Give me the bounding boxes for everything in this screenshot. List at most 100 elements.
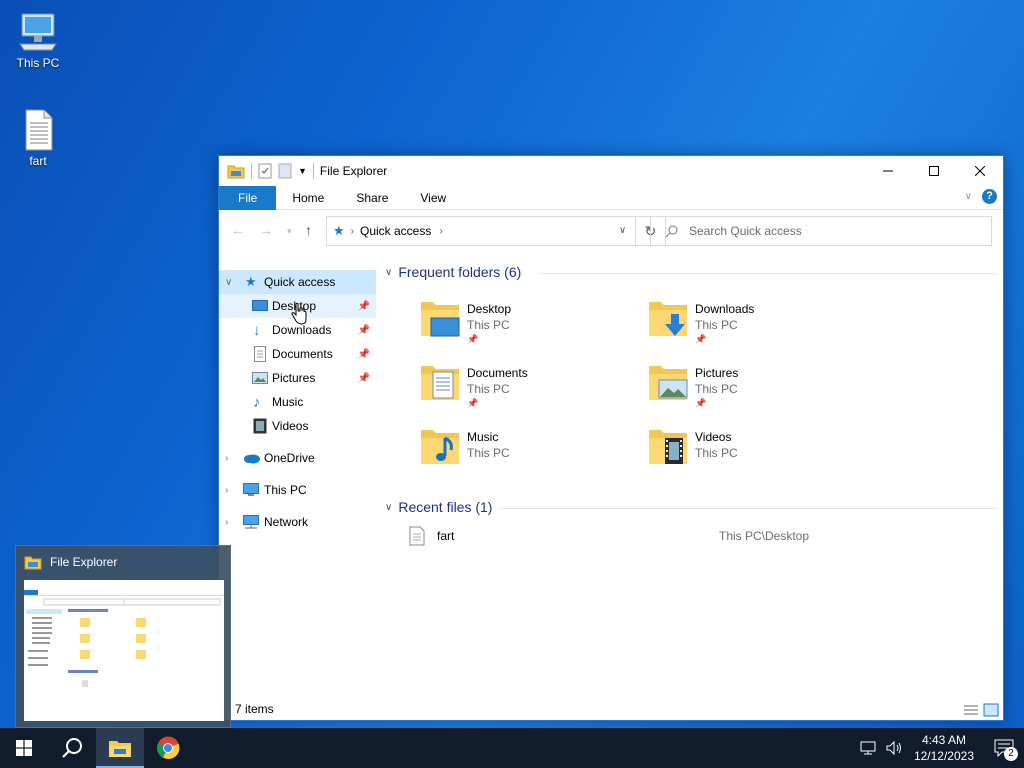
content-pane: ∨ Frequent folders (6) Desktop This PC 📌… [379,256,997,698]
chevron-right-icon[interactable]: › [439,226,442,237]
folder-tile-videos[interactable]: Videos This PC [647,424,867,480]
chevron-down-icon[interactable]: ∨ [385,267,392,278]
sidebar-item-quick-access[interactable]: ∨ ★ Quick access [219,270,376,294]
tab-view[interactable]: View [404,186,462,210]
quick-access-toolbar: ▼ [219,163,314,179]
pictures-folder-icon [649,366,688,400]
new-folder-icon[interactable] [278,163,292,179]
start-button[interactable] [0,728,48,768]
tab-share[interactable]: Share [340,186,404,210]
recent-file-row[interactable]: fart This PC\Desktop [409,524,969,548]
chevron-right-icon[interactable]: › [225,517,228,528]
ribbon-right-controls: ∨ ? [965,189,997,204]
folder-tile-music[interactable]: Music This PC [419,424,639,480]
volume-icon[interactable] [886,740,904,756]
large-icons-view-icon[interactable] [983,703,999,717]
sidebar-item-onedrive[interactable]: › OneDrive [219,446,376,470]
chevron-right-icon[interactable]: › [351,226,354,237]
back-arrow-icon[interactable]: ← [231,222,245,238]
pin-icon[interactable]: 📌 [358,325,370,336]
tab-home[interactable]: Home [276,186,340,210]
chevron-right-icon[interactable]: › [225,453,228,464]
action-center-button[interactable]: 2 [984,728,1024,768]
desktop-icon-label: This PC [16,56,60,70]
folder-tile-downloads[interactable]: Downloads This PC 📌 [647,296,867,352]
search-input[interactable]: Search Quick access [650,216,992,246]
frequent-folders-header[interactable]: ∨ Frequent folders (6) [385,264,521,280]
up-arrow-icon[interactable]: ↑ [305,222,312,238]
pin-icon: 📌 [695,398,707,408]
music-folder-icon [421,430,459,464]
minimize-button[interactable] [865,156,911,186]
folder-tile-desktop[interactable]: Desktop This PC 📌 [419,296,639,352]
taskbar-chrome[interactable] [144,728,192,768]
pin-icon[interactable]: 📌 [358,349,370,360]
folder-icon [227,165,245,179]
chevron-down-icon[interactable]: ∨ [385,502,392,513]
details-view-icon[interactable] [963,703,979,717]
sidebar-item-documents[interactable]: Documents 📌 [219,342,376,366]
folder-location: This PC [467,382,510,396]
sidebar-item-music[interactable]: ♪ Music [219,390,376,414]
sidebar-item-videos[interactable]: Videos [219,414,376,438]
documents-folder-icon [421,366,459,400]
desktop-folder-icon [421,302,460,337]
pin-icon[interactable]: 📌 [358,373,370,384]
folder-tile-pictures[interactable]: Pictures This PC 📌 [647,360,867,416]
help-button[interactable]: ? [982,189,997,204]
hand-cursor-icon [291,302,307,325]
pin-icon: 📌 [467,334,479,344]
expand-ribbon-icon[interactable]: ∨ [965,191,972,202]
divider [499,508,997,509]
pin-icon: 📌 [467,398,479,408]
system-tray: 4:43 AM 12/12/2023 2 [860,728,1024,768]
taskbar-file-explorer[interactable] [96,728,144,768]
folder-name: Pictures [695,366,739,380]
recent-locations-icon[interactable]: ▾ [287,226,292,237]
windows-logo-icon [16,740,32,756]
computer-icon [243,483,259,496]
recent-files-header[interactable]: ∨ Recent files (1) [385,499,492,515]
close-button[interactable] [957,156,1003,186]
clock[interactable]: 4:43 AM 12/12/2023 [914,732,974,764]
preview-title: File Explorer [24,554,117,570]
desktop-icon-this-pc[interactable]: This PC [8,10,68,70]
folder-name: Documents [467,366,528,380]
chevron-down-icon[interactable]: ∨ [225,277,232,288]
tab-file[interactable]: File [219,185,277,210]
search-button[interactable] [48,728,96,768]
folder-tile-documents[interactable]: Documents This PC 📌 [419,360,639,416]
chevron-down-icon[interactable]: ∨ [609,217,635,245]
sidebar-item-label: Music [272,395,304,409]
navigation-pane: ∨ ★ Quick access Desktop 📌 ↓ Downloads 📌… [219,264,376,698]
address-bar[interactable]: ★ › Quick access › ∨ [326,216,636,246]
pin-icon[interactable]: 📌 [358,301,370,312]
sidebar-item-this-pc[interactable]: › This PC [219,478,376,502]
desktop-icon [252,300,268,311]
properties-icon[interactable] [258,163,272,179]
network-icon [243,515,259,529]
forward-arrow-icon[interactable]: → [259,222,273,238]
taskbar-thumbnail-preview[interactable]: File Explorer [15,545,231,728]
clock-time: 4:43 AM [921,733,966,747]
quick-access-star-icon: ★ [245,274,257,289]
taskbar: 4:43 AM 12/12/2023 2 [0,728,1024,768]
title-bar[interactable]: ▼ File Explorer [219,156,1003,186]
sidebar-item-label: Videos [272,419,309,433]
downloads-folder-icon [649,302,687,336]
status-bar: 7 items [219,698,1003,720]
maximize-icon [929,166,939,176]
desktop-icon-fart[interactable]: fart [8,108,68,168]
maximize-button[interactable] [911,156,957,186]
divider [312,163,314,179]
sidebar-item-label: Pictures [272,371,316,385]
breadcrumb-quick-access[interactable]: Quick access [360,224,431,238]
desktop-icon-label: fart [29,154,47,168]
sidebar-item-pictures[interactable]: Pictures 📌 [219,366,376,390]
chevron-down-icon[interactable]: ▼ [298,166,307,176]
network-icon[interactable] [860,740,878,756]
sidebar-item-network[interactable]: › Network [219,510,376,534]
chevron-right-icon[interactable]: › [225,485,228,496]
text-file-icon [25,109,53,151]
navigation-bar: ← → ▾ ↑ ★ › Quick access › ∨ ↻ Search Qu… [219,214,1003,248]
